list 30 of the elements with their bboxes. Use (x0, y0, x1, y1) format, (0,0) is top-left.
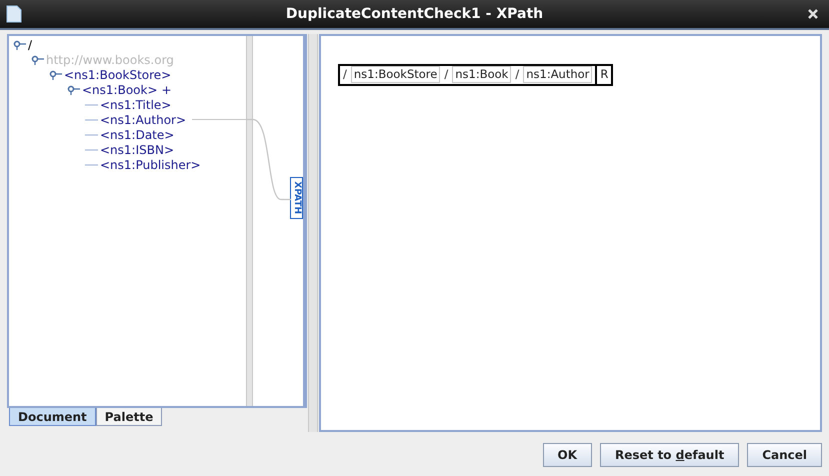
path-step[interactable]: ns1:BookStore (350, 66, 440, 84)
element-node[interactable]: <ns1:Publisher> (100, 156, 201, 174)
element-node[interactable]: <ns1:Author> (100, 110, 186, 128)
element-node[interactable]: <ns1:ISBN> (100, 140, 174, 158)
element-node[interactable]: <ns1:BookStore> (64, 66, 172, 84)
path-step[interactable]: ns1:Author (523, 66, 592, 84)
path-separator: / (343, 66, 347, 83)
element-node[interactable]: <ns1:Date> (100, 126, 174, 144)
xpath-label[interactable]: XPATH (290, 177, 303, 219)
expand-handle-icon[interactable] (13, 40, 27, 50)
connector-line (192, 119, 246, 120)
element-node[interactable]: <ns1:Title> (100, 96, 172, 114)
expand-handle-icon[interactable] (49, 70, 63, 80)
dialog-button[interactable]: Reset to default (600, 443, 740, 467)
root-node[interactable]: / (28, 36, 32, 54)
expand-handle-icon[interactable] (31, 54, 45, 64)
tab[interactable]: Document (9, 408, 96, 426)
path-end: R (599, 66, 610, 83)
expand-handle-icon[interactable] (67, 84, 81, 94)
tab[interactable]: Palette (96, 408, 162, 426)
close-icon[interactable] (808, 9, 818, 19)
path-step[interactable]: ns1:Book (452, 66, 512, 84)
dialog-button[interactable]: OK (542, 443, 592, 467)
element-node[interactable]: <ns1:Book> (82, 80, 158, 98)
window-title: DuplicateContentCheck1 - XPath (286, 4, 544, 24)
path-separator: / (515, 66, 520, 83)
document-icon (6, 5, 22, 23)
dialog-button[interactable]: Cancel (747, 443, 822, 467)
path-separator: / (444, 66, 448, 83)
repeat-mark: + (162, 82, 172, 98)
